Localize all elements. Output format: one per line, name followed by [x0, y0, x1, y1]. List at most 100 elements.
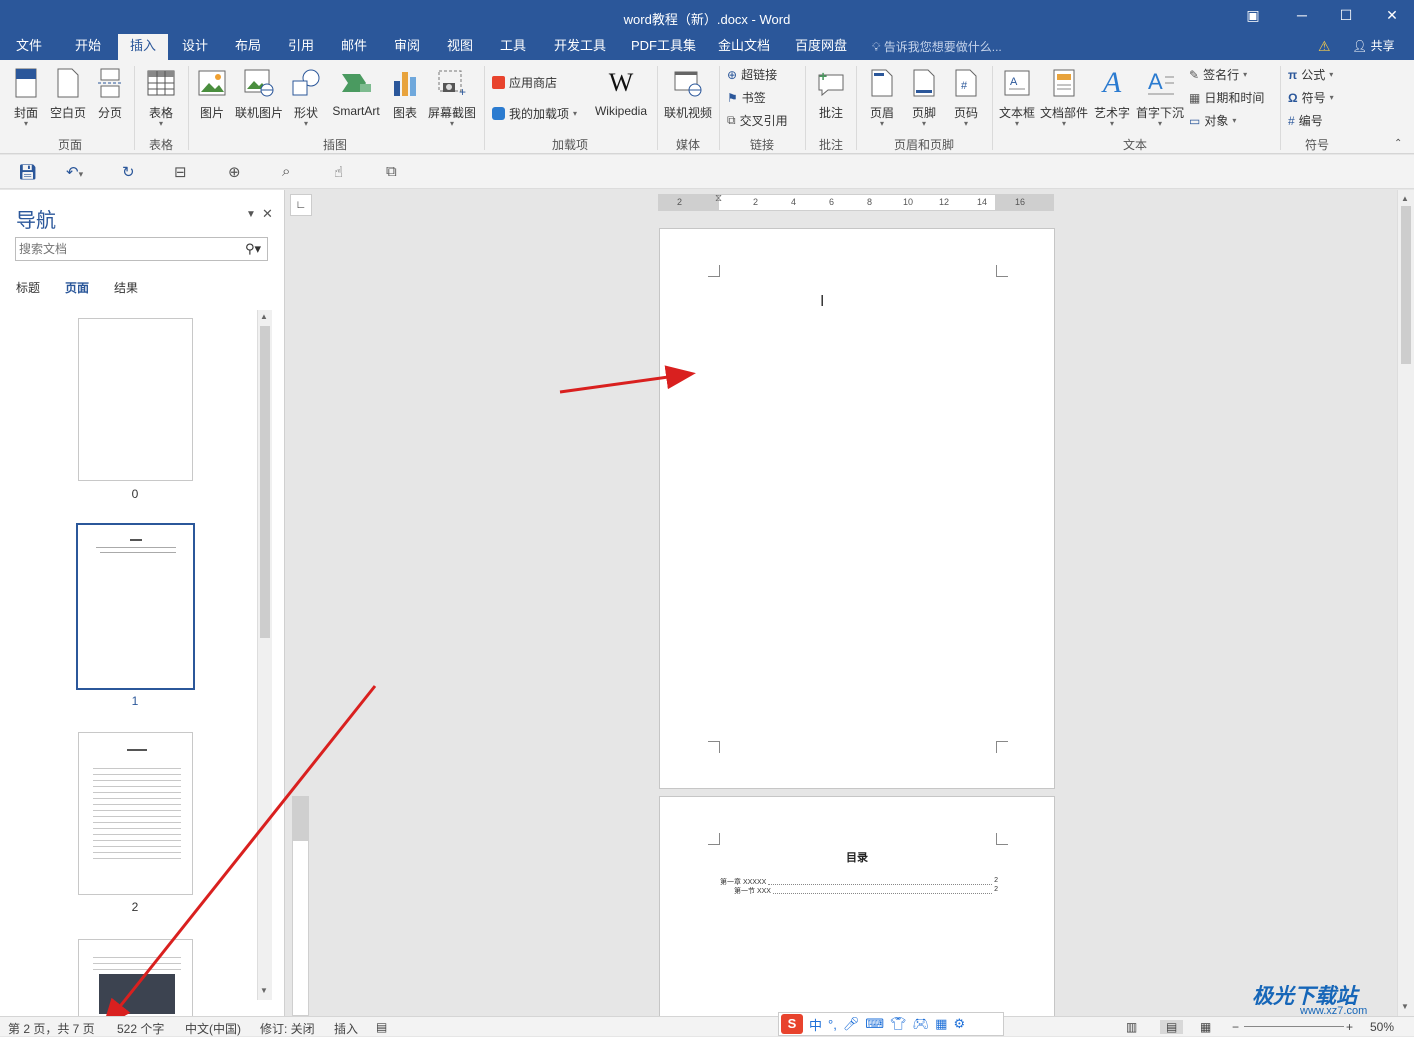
search-icon[interactable]: ⚲▾ — [245, 241, 261, 257]
cross-reference-button[interactable]: ⧉ 交叉引用 — [727, 112, 788, 129]
print-layout-icon[interactable]: ▤ — [1160, 1020, 1184, 1034]
bookmark-button[interactable]: ⚑ 书签 — [727, 89, 766, 106]
keyboard-icon[interactable]: ⌨ — [865, 1016, 884, 1032]
page-break-button[interactable]: 分页 — [92, 66, 128, 121]
picture-button[interactable]: 图片 — [194, 66, 230, 121]
word-count-status[interactable]: 522 个字 — [117, 1020, 164, 1037]
tab-review[interactable]: 审阅 — [388, 34, 426, 60]
nav-scrollbar[interactable]: ▲ ▼ — [257, 310, 272, 1000]
macro-icon[interactable]: ▤ — [376, 1020, 387, 1034]
wordart-button[interactable]: A 艺术字 ▾ — [1092, 66, 1132, 128]
online-picture-button[interactable]: 联机图片 — [233, 66, 285, 121]
app-store-button[interactable]: 应用商店 — [492, 74, 557, 91]
nav-tab-pages[interactable]: 页面 — [65, 279, 89, 296]
footer-button[interactable]: 页脚 ▾ — [906, 66, 942, 128]
date-time-button[interactable]: ▦ 日期和时间 — [1189, 89, 1264, 106]
zoom-out-icon[interactable]: − — [1232, 1020, 1239, 1034]
scroll-down-icon[interactable]: ▼ — [1401, 1002, 1409, 1011]
chart-button[interactable]: 图表 — [388, 66, 422, 121]
maximize-button[interactable]: ☐ — [1331, 7, 1361, 24]
page-thumbnail[interactable] — [78, 732, 193, 895]
zoom-level[interactable]: 50% — [1370, 1020, 1394, 1034]
wikipedia-button[interactable]: W Wikipedia — [590, 66, 652, 118]
customize-icon[interactable]: ⧉ — [386, 163, 397, 180]
print-preview-icon[interactable]: ⌕ — [282, 163, 290, 180]
header-button[interactable]: 页眉 ▾ — [864, 66, 900, 128]
zoom-in-icon[interactable]: + — [1346, 1020, 1353, 1034]
collapse-ribbon-icon[interactable]: ⌃ — [1394, 138, 1402, 149]
nav-tab-results[interactable]: 结果 — [114, 279, 138, 296]
nav-close-icon[interactable]: ✕ — [262, 206, 273, 222]
scroll-down-icon[interactable]: ▼ — [260, 986, 268, 995]
hyperlink-button[interactable]: ⊕ 超链接 — [727, 66, 777, 83]
ribbon-display-icon[interactable]: ▣ — [1238, 7, 1268, 24]
tab-tools[interactable]: 工具 — [494, 34, 532, 60]
web-layout-icon[interactable]: ⊕ — [228, 163, 241, 181]
page-thumbnail[interactable] — [78, 939, 193, 1019]
ime-lang-toggle[interactable]: 中 — [809, 1015, 822, 1034]
tab-kingsoft-docs[interactable]: 金山文档 — [712, 34, 776, 60]
search-input[interactable] — [16, 238, 231, 260]
warning-icon[interactable]: ⚠ — [1318, 38, 1331, 55]
tab-home[interactable]: 开始 — [69, 34, 107, 60]
tab-file[interactable]: 文件 — [10, 34, 48, 60]
zoom-slider[interactable] — [1244, 1026, 1344, 1027]
signature-line-button[interactable]: ✎ 签名行 ▾ — [1189, 66, 1247, 83]
page-toc[interactable]: 目录 第一章 XXXXX 2 第一节 XXX 2 — [659, 796, 1055, 1026]
nav-options-icon[interactable]: ▼ — [246, 209, 256, 220]
tab-references[interactable]: 引用 — [282, 34, 320, 60]
numbering-button[interactable]: # 编号 — [1288, 112, 1323, 129]
equation-button[interactable]: π 公式 ▾ — [1288, 66, 1333, 83]
drop-cap-button[interactable]: A 首字下沉 ▾ — [1134, 66, 1186, 128]
table-button[interactable]: 表格 ▾ — [142, 66, 180, 128]
page-thumbnail-selected[interactable] — [76, 523, 195, 690]
scroll-up-icon[interactable]: ▲ — [260, 312, 268, 321]
insert-mode-status[interactable]: 插入 — [334, 1020, 358, 1037]
tab-selector-icon[interactable]: ∟ — [290, 194, 312, 216]
quick-parts-button[interactable]: 文档部件 ▾ — [1039, 66, 1089, 128]
close-button[interactable]: ✕ — [1377, 7, 1407, 24]
save-icon[interactable]: 💾︎ — [18, 163, 37, 181]
track-changes-status[interactable]: 修订: 关闭 — [260, 1020, 315, 1037]
tab-pdf-tools[interactable]: PDF工具集 — [625, 34, 702, 60]
horizontal-ruler[interactable]: 2 2 4 6 8 10 12 14 16 ⧖ — [658, 191, 1054, 211]
share-button[interactable]: 👤︎ 共享 — [1352, 37, 1395, 54]
vertical-ruler[interactable] — [292, 796, 309, 1016]
textbox-button[interactable]: A 文本框 ▾ — [997, 66, 1037, 128]
document-scroll-thumb[interactable] — [1401, 206, 1411, 364]
nav-tab-headings[interactable]: 标题 — [16, 279, 40, 296]
nav-scroll-thumb[interactable] — [260, 326, 270, 638]
symbol-button[interactable]: Ω 符号 ▾ — [1288, 89, 1334, 106]
tab-baidu-netdisk[interactable]: 百度网盘 — [789, 34, 853, 60]
tell-me-search[interactable]: 💡︎ 告诉我您想要做什么... — [872, 38, 1002, 55]
sogou-logo-icon[interactable]: S — [781, 1014, 803, 1034]
shapes-button[interactable]: 形状 ▾ — [288, 66, 324, 128]
tab-mailings[interactable]: 邮件 — [335, 34, 373, 60]
comment-button[interactable]: + 批注 — [812, 66, 850, 121]
tab-layout[interactable]: 布局 — [229, 34, 267, 60]
toc-entry[interactable]: 第一节 XXX 2 — [734, 886, 998, 896]
tab-view[interactable]: 视图 — [441, 34, 479, 60]
object-button[interactable]: ▭ 对象 ▾ — [1189, 112, 1236, 129]
tab-insert[interactable]: 插入 — [118, 34, 168, 60]
toolbox-icon[interactable]: ▦ — [935, 1016, 947, 1032]
scroll-up-icon[interactable]: ▲ — [1401, 194, 1409, 203]
language-status[interactable]: 中文(中国) — [185, 1020, 241, 1037]
blank-page-button[interactable]: 空白页 — [48, 66, 88, 121]
punctuation-icon[interactable]: °, — [828, 1017, 837, 1032]
undo-icon[interactable]: ↶▾ — [66, 163, 83, 181]
online-video-button[interactable]: 联机视频 — [662, 66, 714, 121]
read-view-icon[interactable]: ▥ — [1126, 1020, 1137, 1034]
tab-design[interactable]: 设计 — [176, 34, 214, 60]
microphone-icon[interactable]: 🎤︎ — [843, 1016, 860, 1032]
page-blank[interactable]: I — [659, 228, 1055, 789]
page-count-status[interactable]: 第 2 页，共 7 页 — [8, 1020, 95, 1037]
indent-marker-icon[interactable]: ⧖ — [715, 191, 722, 206]
page-thumbnail[interactable] — [78, 318, 193, 481]
tab-developer[interactable]: 开发工具 — [548, 34, 612, 60]
page-number-button[interactable]: # 页码 ▾ — [948, 66, 984, 128]
game-icon[interactable]: 🎮︎ — [913, 1016, 930, 1032]
minimize-button[interactable]: ─ — [1287, 7, 1317, 23]
document-scrollbar[interactable]: ▲ ▼ — [1397, 190, 1414, 1016]
my-addins-button[interactable]: 我的加载项 ▾ — [492, 105, 577, 122]
